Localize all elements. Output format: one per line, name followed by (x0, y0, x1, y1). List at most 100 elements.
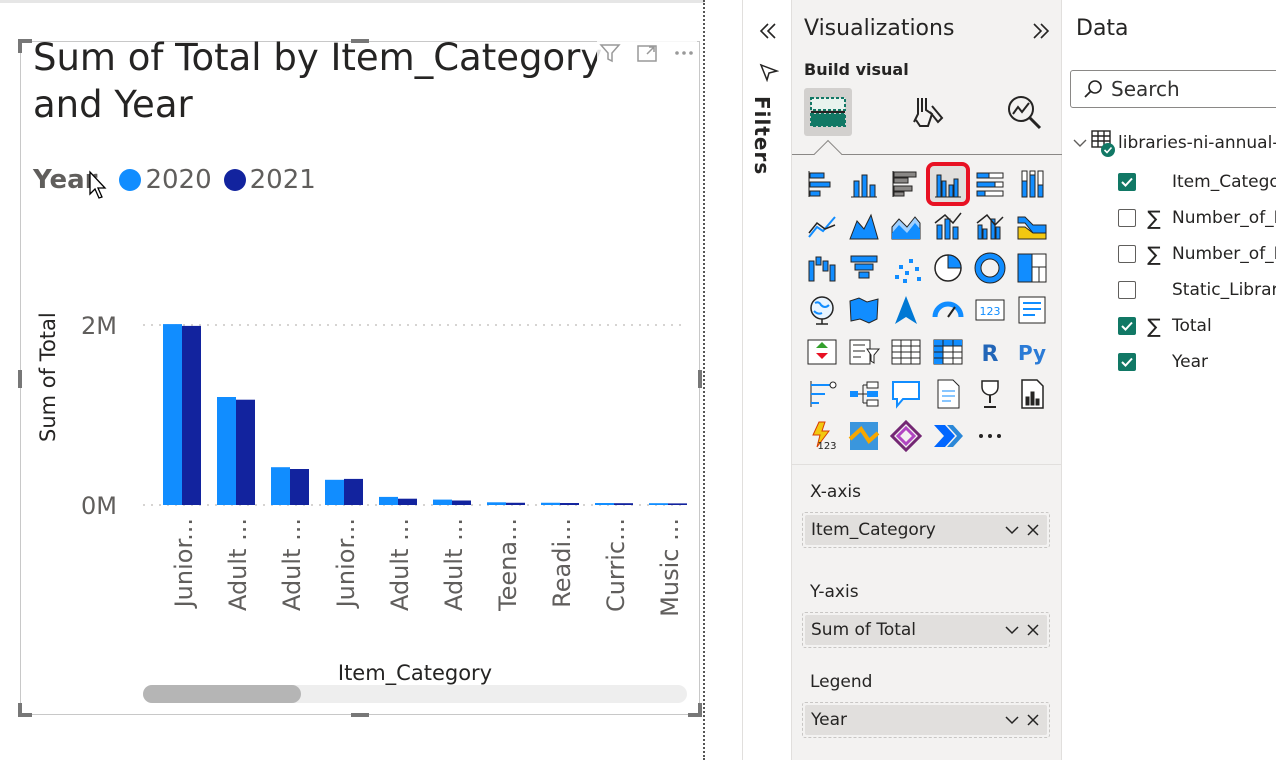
chevron-down-icon[interactable] (1003, 521, 1021, 539)
power-automate-icon[interactable] (930, 418, 966, 454)
build-visual-button[interactable] (804, 88, 852, 136)
gauge-icon[interactable] (930, 292, 966, 328)
bar-2021-4[interactable] (398, 498, 417, 505)
pie-chart-icon[interactable] (930, 250, 966, 286)
map-icon[interactable] (804, 292, 840, 328)
python-visual-icon[interactable]: Py (1014, 334, 1050, 370)
treemap-icon[interactable] (1014, 250, 1050, 286)
legend-well[interactable]: Year (802, 702, 1050, 738)
field-checkbox[interactable] (1118, 353, 1136, 371)
multi-row-card-icon[interactable] (1014, 292, 1050, 328)
card-icon[interactable]: 123 (972, 292, 1008, 328)
bar-2021-1[interactable] (236, 399, 255, 505)
bar-2021-5[interactable] (452, 500, 471, 506)
field-row[interactable]: ∑Item_Catego (1118, 170, 1276, 194)
bar-2020-4[interactable] (379, 496, 398, 505)
line-chart-icon[interactable] (804, 208, 840, 244)
field-row[interactable]: ∑ Number_of_I (1118, 242, 1276, 266)
metrics-icon[interactable] (972, 376, 1008, 412)
chevron-down-icon[interactable] (1003, 711, 1021, 729)
scatter-chart-icon[interactable] (888, 250, 924, 286)
clustered-column-chart-icon[interactable] (926, 162, 970, 206)
stacked-area-chart-icon[interactable] (888, 208, 924, 244)
funnel-chart-icon[interactable] (846, 250, 882, 286)
y-axis-field-pill[interactable]: Sum of Total (805, 615, 1047, 645)
filters-pane-collapsed[interactable]: Filters (742, 0, 792, 760)
table-node[interactable]: libraries-ni-annual- (1072, 128, 1276, 158)
sigma-icon: ∑ (1147, 242, 1161, 266)
filled-map-icon[interactable] (846, 292, 882, 328)
x-axis-well[interactable]: Item_Category (802, 512, 1050, 548)
kpi-icon[interactable] (804, 334, 840, 370)
smart-narrative-icon[interactable] (930, 376, 966, 412)
bar-2020-0[interactable] (163, 324, 182, 505)
bar-2020-9[interactable] (649, 503, 668, 505)
analytics-button[interactable] (1000, 88, 1048, 136)
line-and-clustered-column-chart-icon[interactable] (972, 208, 1008, 244)
y-axis-well[interactable]: Sum of Total (802, 612, 1050, 648)
ribbon-chart-icon[interactable] (1014, 208, 1050, 244)
azure-map-icon[interactable] (888, 292, 924, 328)
r-visual-icon[interactable]: R (972, 334, 1008, 370)
bar-2020-1[interactable] (217, 397, 236, 505)
close-icon[interactable] (1024, 621, 1042, 639)
new-card-icon[interactable]: 123 (804, 418, 840, 454)
table-icon[interactable] (888, 334, 924, 370)
bar-2020-7[interactable] (541, 502, 560, 505)
qa-icon[interactable] (888, 376, 924, 412)
bar-2020-8[interactable] (595, 503, 614, 505)
line-and-stacked-column-chart-icon[interactable] (930, 208, 966, 244)
bar-2020-5[interactable] (433, 499, 452, 505)
expand-left-icon[interactable] (755, 18, 781, 44)
paginated-report-icon[interactable] (1014, 376, 1050, 412)
100-stacked-column-chart-icon[interactable] (1014, 166, 1050, 202)
close-icon[interactable] (1024, 711, 1042, 729)
100-stacked-bar-chart-icon[interactable] (972, 166, 1008, 202)
arcgis-map-icon[interactable] (846, 418, 882, 454)
field-checkbox[interactable] (1118, 281, 1136, 299)
legend-field-pill[interactable]: Year (805, 705, 1047, 735)
bar-2021-9[interactable] (668, 503, 687, 505)
stacked-column-chart-icon[interactable] (846, 166, 882, 202)
bar-2021-8[interactable] (614, 503, 633, 505)
field-checkbox[interactable] (1118, 317, 1136, 335)
more-visuals-icon[interactable] (972, 418, 1008, 454)
field-row[interactable]: ∑Static_Library (1118, 278, 1276, 302)
key-influencers-icon[interactable] (804, 376, 840, 412)
chevron-down-icon[interactable] (1072, 135, 1088, 151)
field-row[interactable]: ∑Year (1118, 350, 1208, 374)
bar-2021-0[interactable] (182, 325, 201, 505)
bar-2020-2[interactable] (271, 467, 290, 505)
search-input[interactable] (1111, 77, 1261, 101)
field-row[interactable]: ∑ Total (1118, 314, 1212, 338)
donut-chart-icon[interactable] (972, 250, 1008, 286)
field-row[interactable]: ∑ Number_of_I (1118, 206, 1276, 230)
bar-2021-3[interactable] (344, 478, 363, 505)
close-icon[interactable] (1024, 521, 1042, 539)
scrollbar-thumb[interactable] (143, 685, 301, 703)
area-chart-icon[interactable] (846, 208, 882, 244)
matrix-icon[interactable] (930, 334, 966, 370)
stacked-bar-chart-icon[interactable] (804, 166, 840, 202)
clustered-bar-chart-icon[interactable] (888, 166, 924, 202)
clustered-column-visual[interactable]: Sum of Total by Item_Category and Year Y… (18, 36, 702, 717)
slicer-icon[interactable] (846, 334, 882, 370)
field-checkbox[interactable] (1118, 173, 1136, 191)
bar-2021-7[interactable] (560, 503, 579, 505)
x-axis-field-pill[interactable]: Item_Category (805, 515, 1047, 545)
expand-right-icon[interactable] (1028, 18, 1054, 44)
bar-2021-6[interactable] (506, 502, 525, 505)
bar-2020-6[interactable] (487, 502, 506, 505)
field-checkbox[interactable] (1118, 209, 1136, 227)
waterfall-chart-icon[interactable] (804, 250, 840, 286)
bar-2020-3[interactable] (325, 479, 344, 505)
decomposition-tree-icon[interactable] (846, 376, 882, 412)
bar-2021-2[interactable] (290, 469, 309, 505)
data-search-box[interactable] (1070, 70, 1276, 108)
chevron-down-icon[interactable] (1003, 621, 1021, 639)
power-apps-icon[interactable] (888, 418, 924, 454)
format-visual-button[interactable] (904, 88, 952, 136)
horizontal-scrollbar[interactable] (143, 685, 687, 703)
field-checkbox[interactable] (1118, 245, 1136, 263)
filters-label[interactable]: Filters (750, 96, 774, 175)
